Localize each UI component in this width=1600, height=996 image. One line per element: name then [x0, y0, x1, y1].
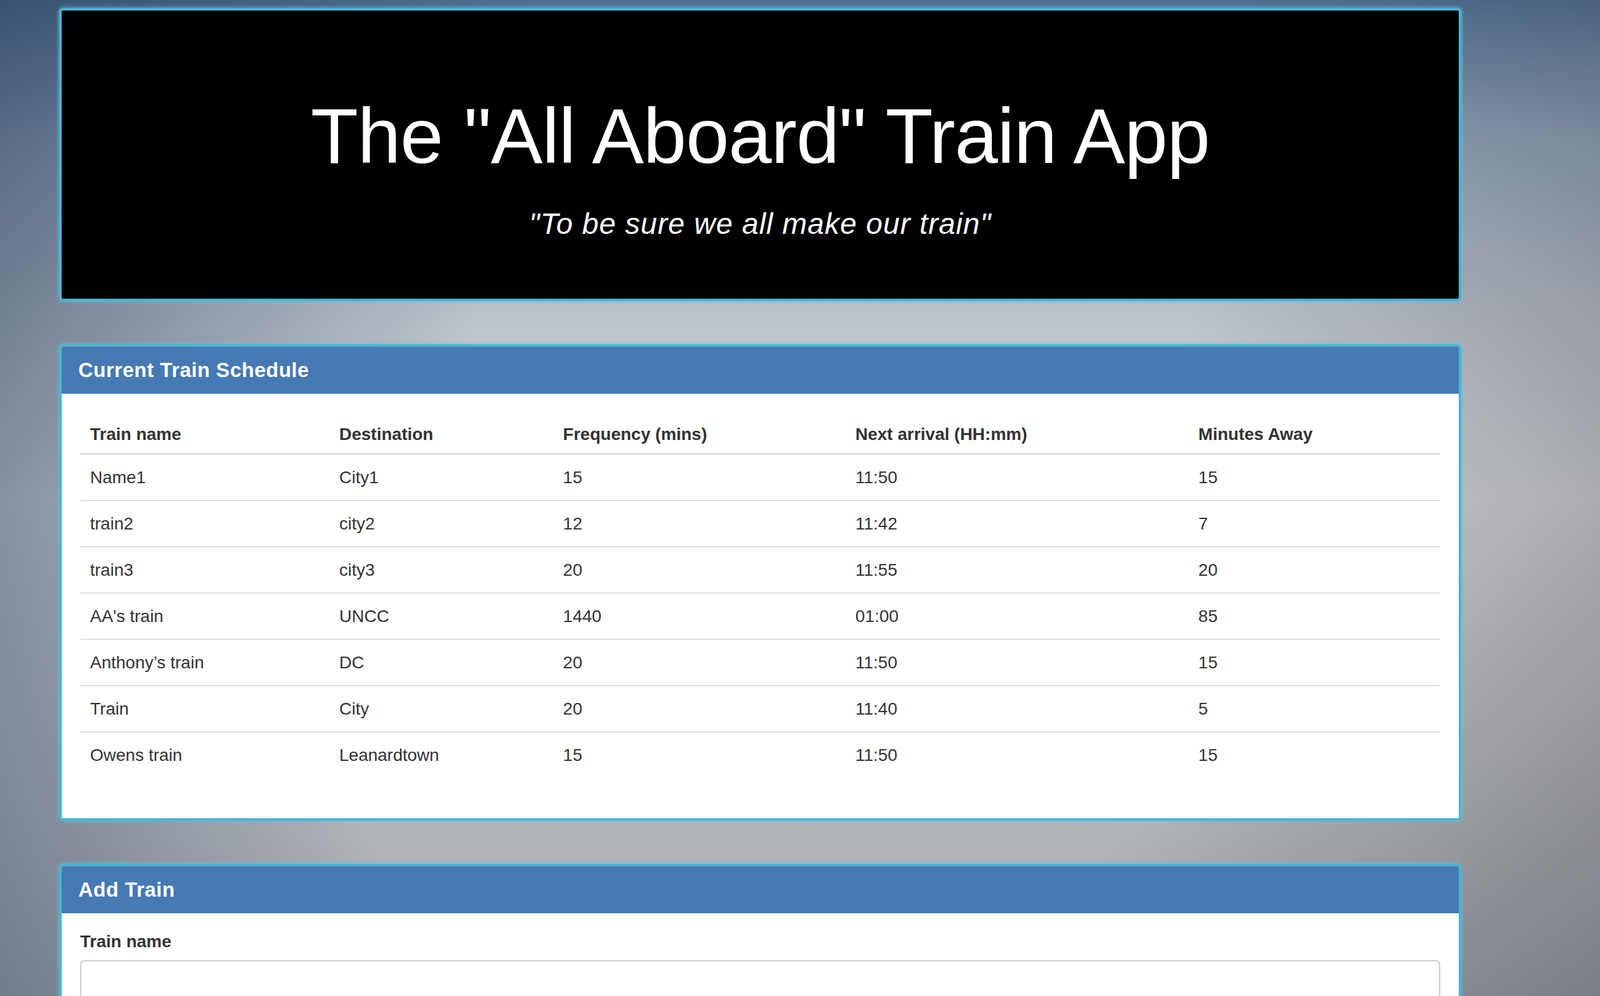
table-cell: city3: [329, 546, 554, 593]
app-title: The "All Aboard" Train App: [310, 93, 1210, 180]
table-cell: 20: [553, 685, 846, 732]
table-cell: Leanardtown: [329, 731, 554, 778]
table-cell: UNCC: [329, 592, 554, 640]
table-cell: 20: [553, 639, 846, 686]
table-cell: City1: [329, 453, 554, 501]
table-cell: train3: [80, 546, 330, 593]
schedule-panel-body: Train nameDestinationFrequency (mins)Nex…: [61, 393, 1459, 818]
table-cell: 15: [553, 453, 846, 501]
table-cell: city2: [329, 500, 554, 547]
table-cell: 11:50: [845, 731, 1189, 778]
table-cell: 15: [1188, 731, 1441, 778]
table-cell: train2: [80, 500, 330, 547]
table-cell: 15: [1188, 639, 1441, 686]
table-cell: Name1: [80, 453, 330, 501]
table-cell: 11:50: [845, 453, 1189, 501]
table-cell: 11:40: [845, 685, 1189, 732]
table-cell: Anthony’s train: [80, 639, 330, 686]
table-cell: 15: [553, 731, 846, 778]
table-cell: 12: [553, 500, 846, 547]
app-subtitle: "To be sure we all make our train": [529, 206, 992, 241]
table-cell: 20: [553, 546, 846, 593]
column-header: Train name: [80, 412, 330, 454]
form-field: Train name: [80, 931, 1441, 996]
table-cell: DC: [329, 639, 554, 686]
table-header-row: Train nameDestinationFrequency (mins)Nex…: [80, 412, 1441, 454]
table-cell: 20: [1188, 546, 1441, 593]
container: The "All Aboard" Train App "To be sure w…: [59, 0, 1462, 996]
column-header: Frequency (mins): [553, 412, 846, 454]
add-train-panel-header: Add Train: [61, 865, 1459, 913]
table-cell: Owens train: [80, 731, 330, 778]
table-cell: 11:50: [845, 639, 1189, 686]
table-cell: 5: [1188, 685, 1441, 732]
table-cell: 15: [1188, 453, 1441, 501]
table-cell: 1440: [553, 592, 846, 640]
table-cell: 01:00: [845, 592, 1189, 640]
schedule-panel-header: Current Train Schedule: [61, 346, 1459, 394]
schedule-panel: Current Train Schedule Train nameDestina…: [59, 344, 1462, 821]
add-train-panel-body: Train name: [61, 912, 1459, 996]
schedule-table: Train nameDestinationFrequency (mins)Nex…: [80, 412, 1441, 778]
table-row: Anthony’s trainDC2011:5015: [80, 639, 1441, 686]
table-cell: AA's train: [80, 592, 330, 640]
add-train-panel-title: Add Train: [78, 877, 176, 902]
page: The "All Aboard" Train App "To be sure w…: [0, 0, 1600, 996]
field-label: Train name: [80, 931, 1441, 952]
table-cell: 11:42: [845, 500, 1189, 547]
table-row: train2city21211:427: [80, 500, 1441, 547]
add-train-panel: Add Train Train name: [59, 863, 1462, 996]
table-cell: Train: [80, 685, 330, 732]
table-row: TrainCity2011:405: [80, 685, 1441, 732]
header-banner: The "All Aboard" Train App "To be sure w…: [59, 8, 1462, 302]
table-row: train3city32011:5520: [80, 546, 1441, 593]
text-input[interactable]: [80, 959, 1441, 996]
table-cell: City: [329, 685, 554, 732]
table-cell: 7: [1188, 500, 1441, 547]
table-cell: 85: [1188, 592, 1441, 640]
column-header: Minutes Away: [1188, 412, 1441, 454]
column-header: Next arrival (HH:mm): [845, 412, 1189, 454]
column-header: Destination: [329, 412, 554, 454]
table-cell: 11:55: [845, 546, 1189, 593]
table-row: Owens trainLeanardtown1511:5015: [80, 731, 1441, 778]
table-row: AA's trainUNCC144001:0085: [80, 592, 1441, 640]
schedule-panel-title: Current Train Schedule: [78, 358, 310, 382]
table-row: Name1City11511:5015: [80, 453, 1441, 501]
